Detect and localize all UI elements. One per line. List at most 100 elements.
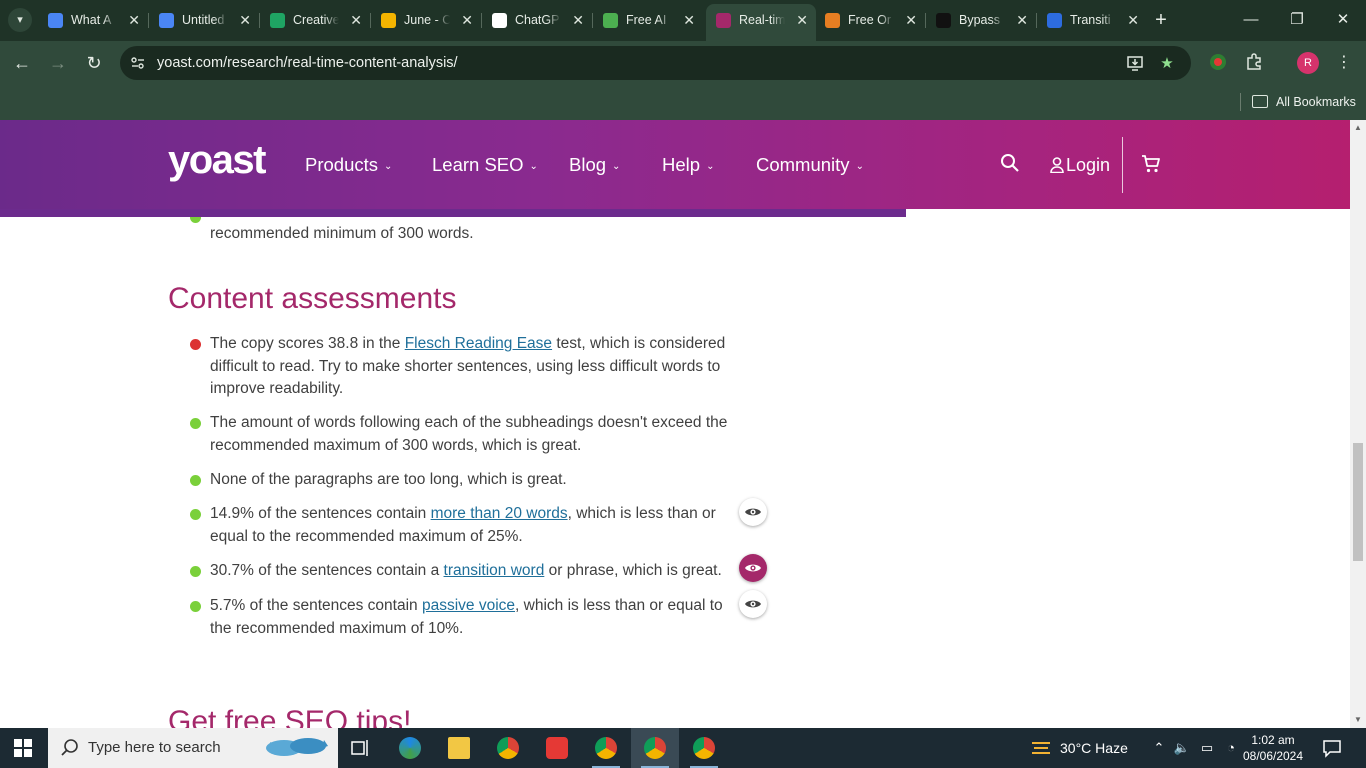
login-link[interactable]: Login bbox=[1050, 152, 1110, 178]
browser-tab[interactable]: Bypass ✕ bbox=[926, 6, 1036, 35]
all-bookmarks-link[interactable]: All Bookmarks bbox=[1276, 85, 1356, 120]
nav-item-label: Help bbox=[662, 154, 701, 175]
haze-weather-icon[interactable] bbox=[1030, 738, 1052, 758]
tab-label: Transiti bbox=[1070, 13, 1111, 27]
page-viewport: recommended minimum of 300 words. yoast … bbox=[0, 120, 1350, 728]
clock-time: 1:02 am bbox=[1251, 733, 1295, 747]
task-view-button[interactable] bbox=[336, 728, 384, 768]
browser-menu-icon[interactable]: ⋮ bbox=[1333, 52, 1355, 74]
tab-close-icon[interactable]: ✕ bbox=[350, 6, 362, 35]
bookmark-star-icon[interactable]: ★ bbox=[1157, 54, 1177, 74]
status-dot-green bbox=[190, 509, 201, 520]
user-icon bbox=[1050, 157, 1064, 173]
nav-item-help[interactable]: Help ⌄ bbox=[662, 152, 714, 182]
search-highlight-dolphins-icon bbox=[266, 738, 328, 756]
chrome-second-profile-app-icon[interactable] bbox=[680, 728, 728, 768]
assessment-text-before: 14.9% of the sentences contain bbox=[210, 505, 431, 522]
nav-item-label: Community bbox=[756, 154, 850, 175]
install-app-icon[interactable] bbox=[1125, 54, 1145, 74]
taskbar-clock[interactable]: 1:02 am 08/06/2024 bbox=[1240, 732, 1306, 764]
tab-search-chevron-icon[interactable]: ▾ bbox=[8, 8, 32, 32]
forward-arrow-icon[interactable]: → bbox=[46, 51, 70, 75]
assessment-link[interactable]: more than 20 words bbox=[431, 505, 568, 522]
chevron-down-icon: ⌄ bbox=[529, 161, 538, 172]
tab-close-icon[interactable]: ✕ bbox=[796, 4, 808, 37]
highlight-eye-icon[interactable] bbox=[739, 498, 767, 526]
assessment-link[interactable]: passive voice bbox=[422, 597, 515, 614]
yoast-logo[interactable]: yoast bbox=[168, 134, 267, 186]
browser-tab[interactable]: Free Or ✕ bbox=[815, 6, 925, 35]
show-hidden-icons-chevron-icon[interactable]: ⌃ bbox=[1148, 728, 1170, 768]
chrome-profile-app-icon[interactable] bbox=[582, 728, 630, 768]
highlight-eye-icon[interactable] bbox=[739, 554, 767, 582]
tab-close-icon[interactable]: ✕ bbox=[683, 6, 695, 35]
highlight-eye-icon[interactable] bbox=[739, 590, 767, 618]
search-icon[interactable] bbox=[1000, 153, 1020, 173]
browser-tab[interactable]: Creative ✕ bbox=[260, 6, 370, 35]
scroll-up-arrow-icon[interactable]: ▲ bbox=[1350, 120, 1366, 136]
assessment-text: 14.9% of the sentences contain more than… bbox=[210, 503, 735, 548]
site-settings-icon[interactable] bbox=[130, 55, 146, 71]
browser-tab[interactable]: June - C ✕ bbox=[371, 6, 481, 35]
browser-tab[interactable]: What A ✕ bbox=[38, 6, 148, 35]
edge-app-icon[interactable] bbox=[386, 728, 434, 768]
browser-tab[interactable]: Free AI ✕ bbox=[593, 6, 703, 35]
weather-text[interactable]: 30°C Haze bbox=[1060, 728, 1128, 768]
extension-badge-icon[interactable] bbox=[1207, 52, 1229, 74]
tab-close-icon[interactable]: ✕ bbox=[128, 6, 140, 35]
browser-tab[interactable]: ChatGP ✕ bbox=[482, 6, 592, 35]
tab-close-icon[interactable]: ✕ bbox=[905, 6, 917, 35]
nav-item-products[interactable]: Products ⌄ bbox=[305, 152, 392, 182]
wifi-icon[interactable]: ◔ bbox=[1220, 728, 1242, 768]
battery-icon[interactable]: ▭ bbox=[1196, 728, 1218, 768]
chrome-app-icon[interactable] bbox=[484, 728, 532, 768]
windows-taskbar: Type here to search 30°C Haze ⌃ 🔈 ▭ ◔ 1:… bbox=[0, 728, 1366, 768]
status-dot-green bbox=[190, 566, 201, 577]
tab-favicon-icon bbox=[716, 13, 731, 28]
scroll-down-arrow-icon[interactable]: ▼ bbox=[1350, 712, 1366, 728]
browser-tab[interactable]: Untitled ✕ bbox=[149, 6, 259, 35]
notification-center-icon[interactable] bbox=[1322, 738, 1342, 758]
restore-icon[interactable]: ❐ bbox=[1274, 0, 1320, 40]
assessment-text-before: 30.7% of the sentences contain a bbox=[210, 562, 444, 579]
windows-start-icon[interactable] bbox=[14, 739, 32, 757]
window-close-icon[interactable]: ✕ bbox=[1320, 0, 1366, 40]
assessment-link[interactable]: Flesch Reading Ease bbox=[405, 335, 552, 352]
tab-close-icon[interactable]: ✕ bbox=[239, 6, 251, 35]
wps-office-app-icon[interactable] bbox=[533, 728, 581, 768]
tab-label: Real-tim bbox=[739, 13, 785, 27]
tab-label: Creative bbox=[293, 13, 339, 27]
folder-icon[interactable] bbox=[1252, 95, 1268, 108]
assessment-text: None of the paragraphs are too long, whi… bbox=[210, 469, 735, 492]
tab-favicon-icon bbox=[48, 13, 63, 28]
tab-close-icon[interactable]: ✕ bbox=[461, 6, 473, 35]
page-scrollbar[interactable]: ▲ ▼ bbox=[1350, 120, 1366, 728]
nav-item-community[interactable]: Community ⌄ bbox=[756, 152, 864, 182]
chevron-down-icon: ⌄ bbox=[384, 161, 393, 172]
cart-icon[interactable] bbox=[1141, 154, 1161, 174]
taskbar-search-placeholder: Type here to search bbox=[88, 739, 221, 756]
extensions-puzzle-icon[interactable] bbox=[1243, 52, 1265, 74]
nav-item-learn-seo[interactable]: Learn SEO ⌄ bbox=[432, 152, 538, 182]
browser-tab[interactable]: Transiti ✕ bbox=[1037, 6, 1147, 35]
profile-avatar[interactable]: R bbox=[1297, 52, 1319, 74]
chrome-active-profile-app-icon[interactable] bbox=[631, 728, 679, 768]
reload-icon[interactable]: ↻ bbox=[82, 51, 106, 75]
browser-tab[interactable]: Real-tim ✕ bbox=[706, 4, 816, 41]
address-bar[interactable]: yoast.com/research/real-time-content-ana… bbox=[120, 46, 1191, 80]
new-tab-button[interactable]: + bbox=[1149, 8, 1173, 32]
file-explorer-app-icon[interactable] bbox=[435, 728, 483, 768]
scroll-thumb[interactable] bbox=[1353, 443, 1363, 561]
speaker-icon[interactable]: 🔈 bbox=[1171, 728, 1193, 768]
tab-favicon-icon bbox=[1047, 13, 1062, 28]
minimize-icon[interactable]: — bbox=[1228, 0, 1274, 40]
assessment-link[interactable]: transition word bbox=[444, 562, 545, 579]
assessment-text-before: 5.7% of the sentences contain bbox=[210, 597, 422, 614]
tab-close-icon[interactable]: ✕ bbox=[1016, 6, 1028, 35]
tab-close-icon[interactable]: ✕ bbox=[572, 6, 584, 35]
tab-close-icon[interactable]: ✕ bbox=[1127, 6, 1139, 35]
url-text[interactable]: yoast.com/research/real-time-content-ana… bbox=[157, 46, 458, 80]
back-arrow-icon[interactable]: ← bbox=[10, 51, 34, 75]
nav-item-blog[interactable]: Blog ⌄ bbox=[569, 152, 620, 182]
taskbar-search-box[interactable]: Type here to search bbox=[48, 728, 338, 768]
